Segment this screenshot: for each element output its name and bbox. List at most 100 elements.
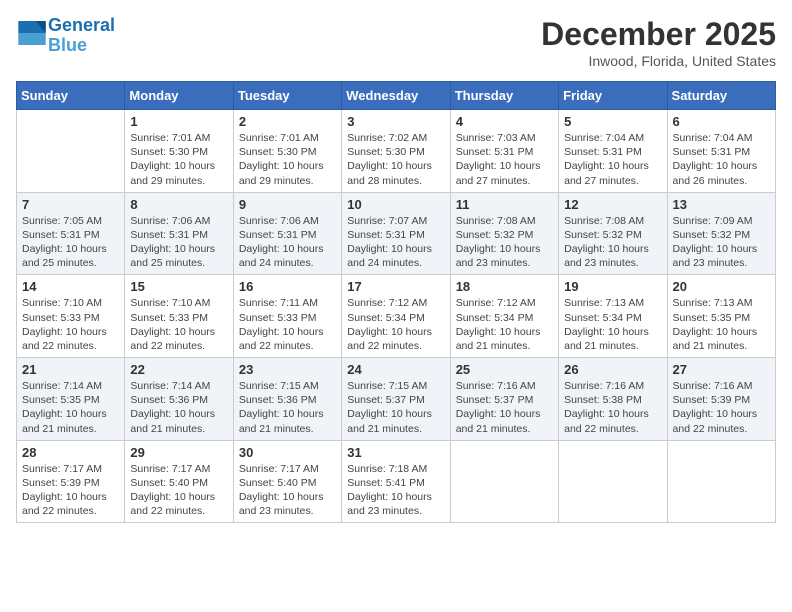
calendar-cell bbox=[17, 110, 125, 193]
calendar: SundayMondayTuesdayWednesdayThursdayFrid… bbox=[16, 81, 776, 523]
day-info: Sunrise: 7:10 AM Sunset: 5:33 PM Dayligh… bbox=[130, 296, 227, 353]
day-number: 4 bbox=[456, 114, 553, 129]
day-info: Sunrise: 7:10 AM Sunset: 5:33 PM Dayligh… bbox=[22, 296, 119, 353]
day-info: Sunrise: 7:08 AM Sunset: 5:32 PM Dayligh… bbox=[456, 214, 553, 271]
day-info: Sunrise: 7:14 AM Sunset: 5:36 PM Dayligh… bbox=[130, 379, 227, 436]
calendar-cell: 28Sunrise: 7:17 AM Sunset: 5:39 PM Dayli… bbox=[17, 440, 125, 523]
day-number: 9 bbox=[239, 197, 336, 212]
day-number: 26 bbox=[564, 362, 661, 377]
day-number: 19 bbox=[564, 279, 661, 294]
logo-icon bbox=[18, 21, 46, 45]
day-info: Sunrise: 7:15 AM Sunset: 5:36 PM Dayligh… bbox=[239, 379, 336, 436]
calendar-cell bbox=[559, 440, 667, 523]
calendar-cell: 21 Sunrise: 7:14 AM Sunset: 5:35 PM Dayli… bbox=[17, 358, 125, 441]
calendar-row-1: 7Sunrise: 7:05 AM Sunset: 5:31 PM Daylig… bbox=[17, 192, 776, 275]
day-number: 3 bbox=[347, 114, 444, 129]
day-number: 24 bbox=[347, 362, 444, 377]
calendar-row-4: 28Sunrise: 7:17 AM Sunset: 5:39 PM Dayli… bbox=[17, 440, 776, 523]
calendar-cell: 27Sunrise: 7:16 AM Sunset: 5:39 PM Dayli… bbox=[667, 358, 775, 441]
calendar-cell: 25Sunrise: 7:16 AM Sunset: 5:37 PM Dayli… bbox=[450, 358, 558, 441]
day-number: 17 bbox=[347, 279, 444, 294]
day-number: 16 bbox=[239, 279, 336, 294]
day-info: Sunrise: 7:18 AM Sunset: 5:41 PM Dayligh… bbox=[347, 462, 444, 519]
day-info: Sunrise: 7:12 AM Sunset: 5:34 PM Dayligh… bbox=[347, 296, 444, 353]
calendar-cell: 1 Sunrise: 7:01 AM Sunset: 5:30 PM Daylig… bbox=[125, 110, 233, 193]
calendar-cell: 3 Sunrise: 7:02 AM Sunset: 5:30 PM Daylig… bbox=[342, 110, 450, 193]
day-info: Sunrise: 7:13 AM Sunset: 5:35 PM Dayligh… bbox=[673, 296, 770, 353]
day-info: Sunrise: 7:09 AM Sunset: 5:32 PM Dayligh… bbox=[673, 214, 770, 271]
calendar-cell: 16Sunrise: 7:11 AM Sunset: 5:33 PM Dayli… bbox=[233, 275, 341, 358]
day-info: Sunrise: 7:05 AM Sunset: 5:31 PM Dayligh… bbox=[22, 214, 119, 271]
day-number: 28 bbox=[22, 445, 119, 460]
calendar-header-row: SundayMondayTuesdayWednesdayThursdayFrid… bbox=[17, 82, 776, 110]
calendar-cell: 22 Sunrise: 7:14 AM Sunset: 5:36 PM Dayli… bbox=[125, 358, 233, 441]
day-info: Sunrise: 7:01 AM Sunset: 5:30 PM Dayligh… bbox=[130, 131, 227, 188]
calendar-cell: 24 Sunrise: 7:15 AM Sunset: 5:37 PM Dayli… bbox=[342, 358, 450, 441]
day-info: Sunrise: 7:14 AM Sunset: 5:35 PM Dayligh… bbox=[22, 379, 119, 436]
calendar-row-0: 1 Sunrise: 7:01 AM Sunset: 5:30 PM Daylig… bbox=[17, 110, 776, 193]
day-info: Sunrise: 7:07 AM Sunset: 5:31 PM Dayligh… bbox=[347, 214, 444, 271]
calendar-row-2: 14 Sunrise: 7:10 AM Sunset: 5:33 PM Dayli… bbox=[17, 275, 776, 358]
day-number: 5 bbox=[564, 114, 661, 129]
day-info: Sunrise: 7:04 AM Sunset: 5:31 PM Dayligh… bbox=[564, 131, 661, 188]
weekday-header-monday: Monday bbox=[125, 82, 233, 110]
day-number: 6 bbox=[673, 114, 770, 129]
location-title: Inwood, Florida, United States bbox=[541, 53, 776, 69]
day-number: 21 bbox=[22, 362, 119, 377]
calendar-cell: 20 Sunrise: 7:13 AM Sunset: 5:35 PM Dayli… bbox=[667, 275, 775, 358]
calendar-cell: 7Sunrise: 7:05 AM Sunset: 5:31 PM Daylig… bbox=[17, 192, 125, 275]
weekday-header-friday: Friday bbox=[559, 82, 667, 110]
day-info: Sunrise: 7:04 AM Sunset: 5:31 PM Dayligh… bbox=[673, 131, 770, 188]
day-number: 8 bbox=[130, 197, 227, 212]
day-number: 30 bbox=[239, 445, 336, 460]
calendar-cell: 4 Sunrise: 7:03 AM Sunset: 5:31 PM Daylig… bbox=[450, 110, 558, 193]
day-number: 25 bbox=[456, 362, 553, 377]
weekday-header-saturday: Saturday bbox=[667, 82, 775, 110]
calendar-cell bbox=[667, 440, 775, 523]
day-info: Sunrise: 7:13 AM Sunset: 5:34 PM Dayligh… bbox=[564, 296, 661, 353]
day-number: 12 bbox=[564, 197, 661, 212]
day-number: 1 bbox=[130, 114, 227, 129]
day-info: Sunrise: 7:01 AM Sunset: 5:30 PM Dayligh… bbox=[239, 131, 336, 188]
calendar-cell: 12 Sunrise: 7:08 AM Sunset: 5:32 PM Dayli… bbox=[559, 192, 667, 275]
calendar-cell: 17 Sunrise: 7:12 AM Sunset: 5:34 PM Dayli… bbox=[342, 275, 450, 358]
calendar-cell: 31Sunrise: 7:18 AM Sunset: 5:41 PM Dayli… bbox=[342, 440, 450, 523]
day-number: 13 bbox=[673, 197, 770, 212]
day-info: Sunrise: 7:03 AM Sunset: 5:31 PM Dayligh… bbox=[456, 131, 553, 188]
calendar-cell: 15Sunrise: 7:10 AM Sunset: 5:33 PM Dayli… bbox=[125, 275, 233, 358]
weekday-header-thursday: Thursday bbox=[450, 82, 558, 110]
day-number: 22 bbox=[130, 362, 227, 377]
day-number: 11 bbox=[456, 197, 553, 212]
day-info: Sunrise: 7:12 AM Sunset: 5:34 PM Dayligh… bbox=[456, 296, 553, 353]
day-info: Sunrise: 7:16 AM Sunset: 5:39 PM Dayligh… bbox=[673, 379, 770, 436]
day-info: Sunrise: 7:15 AM Sunset: 5:37 PM Dayligh… bbox=[347, 379, 444, 436]
calendar-row-3: 21 Sunrise: 7:14 AM Sunset: 5:35 PM Dayli… bbox=[17, 358, 776, 441]
day-info: Sunrise: 7:06 AM Sunset: 5:31 PM Dayligh… bbox=[130, 214, 227, 271]
calendar-cell: 19 Sunrise: 7:13 AM Sunset: 5:34 PM Dayli… bbox=[559, 275, 667, 358]
day-info: Sunrise: 7:02 AM Sunset: 5:30 PM Dayligh… bbox=[347, 131, 444, 188]
day-info: Sunrise: 7:06 AM Sunset: 5:31 PM Dayligh… bbox=[239, 214, 336, 271]
calendar-cell: 26 Sunrise: 7:16 AM Sunset: 5:38 PM Dayli… bbox=[559, 358, 667, 441]
calendar-cell: 10 Sunrise: 7:07 AM Sunset: 5:31 PM Dayli… bbox=[342, 192, 450, 275]
day-info: Sunrise: 7:17 AM Sunset: 5:40 PM Dayligh… bbox=[239, 462, 336, 519]
day-info: Sunrise: 7:16 AM Sunset: 5:38 PM Dayligh… bbox=[564, 379, 661, 436]
day-number: 14 bbox=[22, 279, 119, 294]
logo-general: General bbox=[48, 15, 115, 35]
calendar-cell: 9 Sunrise: 7:06 AM Sunset: 5:31 PM Daylig… bbox=[233, 192, 341, 275]
day-number: 20 bbox=[673, 279, 770, 294]
day-info: Sunrise: 7:17 AM Sunset: 5:40 PM Dayligh… bbox=[130, 462, 227, 519]
calendar-cell: 29 Sunrise: 7:17 AM Sunset: 5:40 PM Dayli… bbox=[125, 440, 233, 523]
calendar-cell: 11 Sunrise: 7:08 AM Sunset: 5:32 PM Dayli… bbox=[450, 192, 558, 275]
day-info: Sunrise: 7:08 AM Sunset: 5:32 PM Dayligh… bbox=[564, 214, 661, 271]
day-number: 29 bbox=[130, 445, 227, 460]
calendar-cell: 23Sunrise: 7:15 AM Sunset: 5:36 PM Dayli… bbox=[233, 358, 341, 441]
calendar-body: 1 Sunrise: 7:01 AM Sunset: 5:30 PM Daylig… bbox=[17, 110, 776, 523]
calendar-cell: 2 Sunrise: 7:01 AM Sunset: 5:30 PM Daylig… bbox=[233, 110, 341, 193]
day-number: 10 bbox=[347, 197, 444, 212]
calendar-cell: 30 Sunrise: 7:17 AM Sunset: 5:40 PM Dayli… bbox=[233, 440, 341, 523]
calendar-cell bbox=[450, 440, 558, 523]
day-number: 2 bbox=[239, 114, 336, 129]
day-number: 18 bbox=[456, 279, 553, 294]
calendar-cell: 5 Sunrise: 7:04 AM Sunset: 5:31 PM Daylig… bbox=[559, 110, 667, 193]
calendar-cell: 18 Sunrise: 7:12 AM Sunset: 5:34 PM Dayli… bbox=[450, 275, 558, 358]
